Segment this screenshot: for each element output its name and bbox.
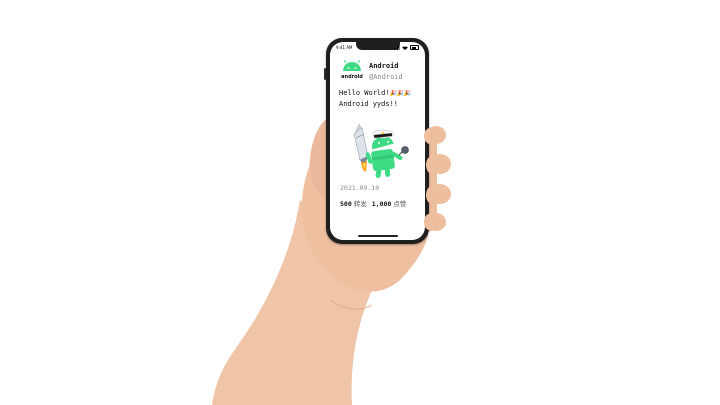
retweet-label[interactable]: 转发: [354, 200, 367, 208]
battery-icon: [410, 45, 419, 50]
android-jetpack-robot-image[interactable]: [338, 112, 418, 192]
wifi-icon: [402, 46, 408, 50]
status-bar: 9:41 AM: [336, 44, 419, 51]
phone-screen: 9:41 AM android Android @Android Hello W…: [330, 42, 425, 240]
tweet-date: 2021.09.10: [340, 184, 380, 192]
phone-device: 9:41 AM android Android @Android Hello W…: [324, 38, 429, 244]
like-label[interactable]: 点赞: [393, 200, 406, 208]
tweet-line-1-text: Hello World!: [339, 89, 390, 97]
magnifier-shape: [398, 146, 409, 156]
scene: 9:41 AM android Android @Android Hello W…: [0, 0, 720, 405]
like-count[interactable]: 1,000: [372, 200, 392, 208]
home-indicator[interactable]: [357, 235, 398, 237]
profile-header: android Android @Android: [339, 56, 403, 83]
user-handle[interactable]: @Android: [369, 72, 403, 83]
status-icons: [394, 45, 419, 50]
captain-hat-shape: [371, 129, 395, 139]
status-time: 9:41 AM: [336, 45, 353, 50]
rocket-shape: [353, 123, 369, 172]
celebration-emoji: 🎉🎉🎉: [389, 90, 411, 97]
signal-icon: [394, 45, 400, 50]
tweet-line-1: Hello World!🎉🎉🎉: [339, 88, 411, 99]
tweet-text: Hello World!🎉🎉🎉 Android yyds!!: [339, 88, 411, 110]
display-name[interactable]: Android: [369, 61, 403, 72]
avatar[interactable]: android: [339, 56, 365, 82]
retweet-count[interactable]: 500: [340, 200, 352, 208]
android-body-shape: [365, 136, 403, 179]
tweet-line-2: Android yyds!!: [339, 100, 399, 108]
tweet-stats: 500 转发 1,000 点赞: [340, 198, 411, 208]
logo-text: android: [341, 74, 363, 80]
profile-names: Android @Android: [369, 61, 403, 83]
android-logo-icon: android: [341, 59, 363, 80]
